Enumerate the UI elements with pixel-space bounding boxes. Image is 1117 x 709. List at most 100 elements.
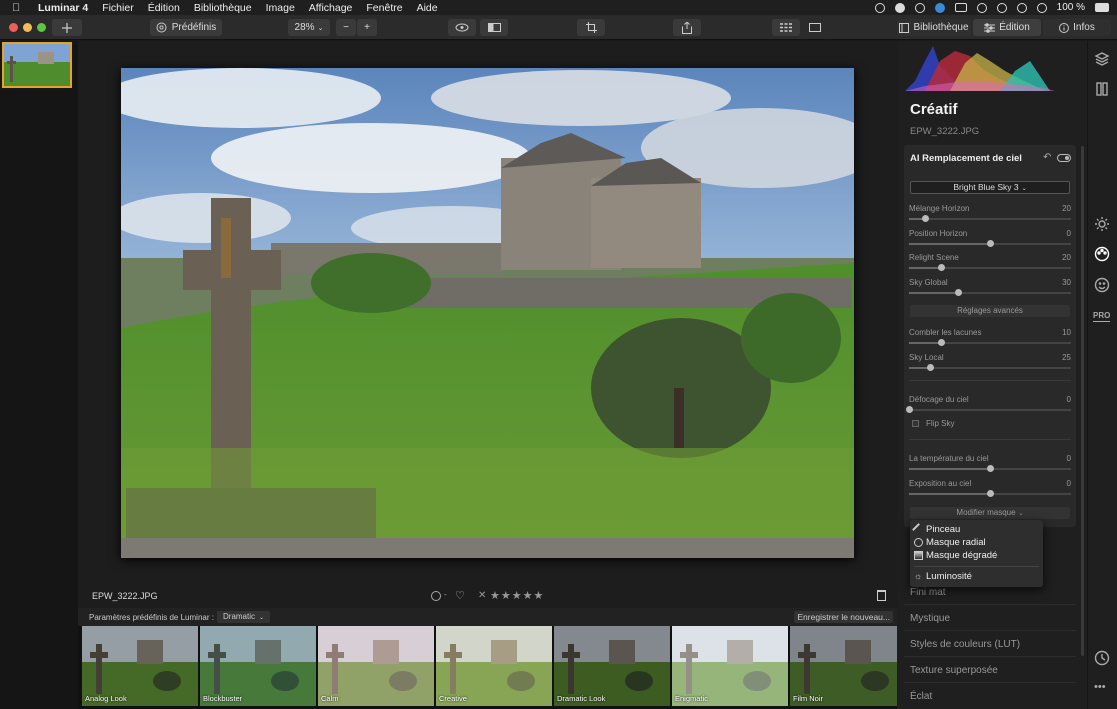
menu-image[interactable]: Image [266,2,295,14]
mask-brush-item[interactable]: Pinceau [912,523,961,536]
tab-library[interactable]: Bibliothèque [897,19,971,36]
slider-knob[interactable] [987,489,994,497]
flag-icon[interactable] [431,591,441,601]
slider-knob[interactable] [954,288,962,296]
visibility-toggle[interactable] [1057,154,1071,162]
airplay-icon[interactable] [954,3,967,12]
slider-row[interactable]: Exposition au ciel 0 [909,479,1071,501]
slider-knob[interactable] [906,406,913,413]
advanced-settings-button[interactable]: Réglages avancés [910,305,1070,317]
slider-knob[interactable] [938,264,946,271]
essentials-sun-icon[interactable] [1094,216,1110,232]
slider-defocus[interactable]: Défocage du ciel 0 [906,395,1071,417]
mask-menu-divider [914,566,1039,567]
creative-palette-icon[interactable] [1094,246,1110,262]
tab-info[interactable]: Infos [1043,19,1111,36]
filter-mystical[interactable]: Mystique [910,613,950,624]
preset-thumbnail[interactable]: Film Noir [790,626,906,706]
menu-fichier[interactable]: Fichier [102,2,134,14]
zoom-in-button[interactable]: + [357,19,377,36]
slider-knob[interactable] [987,239,994,247]
battery-icon[interactable] [1095,3,1109,12]
tab-edit[interactable]: Édition [973,19,1041,36]
add-button[interactable] [52,19,82,36]
panel-scrollbar[interactable] [1081,146,1084,656]
slider-knob[interactable] [927,363,935,371]
slider-knob[interactable] [922,215,930,222]
volume-icon[interactable] [1036,2,1047,13]
pro-tools-icon[interactable]: PRO [1093,311,1110,322]
slider-row[interactable]: Relight Scene 20 [909,253,1071,275]
apple-icon[interactable]:  [12,2,24,14]
slider-track [909,409,1071,411]
reject-icon[interactable]: ✕ [478,590,486,601]
portrait-face-icon[interactable] [1094,277,1110,293]
filter-glow[interactable]: Éclat [910,691,932,702]
filter-texture-overlay[interactable]: Texture superposée [910,665,998,676]
wifi-icon[interactable] [1016,2,1027,13]
save-preset-button[interactable]: Enregistrer le nouveau... [794,611,893,623]
menu-fenetre[interactable]: Fenêtre [366,2,402,14]
creative-cloud-icon[interactable] [874,2,885,13]
main-photo[interactable] [121,68,854,558]
trash-icon[interactable] [877,590,886,601]
star-rating[interactable]: ★★★★★ [490,589,544,602]
slider-row[interactable]: Sky Global 30 [909,278,1071,300]
slider-row[interactable]: Mélange Horizon 20 [909,204,1071,226]
slider-row[interactable]: Combler les lacunes 10 [909,328,1071,350]
dropbox-icon[interactable] [914,2,925,13]
close-window-button[interactable] [9,23,18,32]
mask-radial-item[interactable]: Masque radial [914,537,986,548]
undo-icon[interactable]: ↶ [1043,152,1051,163]
flag-dropdown-icon[interactable]: - [444,590,447,599]
slider-knob[interactable] [987,465,994,472]
menu-affichage[interactable]: Affichage [309,2,353,14]
preset-thumbnail[interactable]: Enigmatic [672,626,788,706]
slider-row[interactable]: La température du ciel 0 [909,454,1071,476]
crop-button[interactable] [577,19,605,36]
modify-mask-label: Modifier masque [956,508,1016,517]
preset-thumbnail[interactable]: Calm [318,626,434,706]
preset-category-select[interactable]: Dramatic ⌄ [217,611,271,623]
more-icon[interactable]: ••• [1094,681,1110,697]
preset-thumbnail[interactable]: Dramatic Look [554,626,670,706]
menu-edition[interactable]: Édition [148,2,180,14]
compare-button[interactable] [480,19,508,36]
single-view-button[interactable] [801,19,829,36]
menu-bibliotheque[interactable]: Bibliothèque [194,2,252,14]
modify-mask-button[interactable]: Modifier masque ⌄ [910,507,1070,519]
preset-thumbnail[interactable]: Analog Look [82,626,198,706]
share-button[interactable] [673,19,701,36]
mask-brush-label: Pinceau [926,524,961,535]
slider-row[interactable]: Position Horizon 0 [909,229,1071,251]
flip-sky-checkbox[interactable]: Flip Sky [912,419,954,428]
presets-button[interactable]: Prédéfinis [150,19,222,36]
preview-button[interactable] [448,19,476,36]
filter-matte[interactable]: Fini mat [910,587,946,598]
preset-thumbnail[interactable]: Blockbuster [200,626,316,706]
bluetooth-icon[interactable] [996,2,1007,13]
grid-view-button[interactable] [772,19,800,36]
mask-luminosity-item[interactable]: ☼ Luminosité [914,571,972,582]
minimize-window-button[interactable] [23,23,32,32]
layers-icon[interactable] [1094,51,1110,67]
preset-thumbnail[interactable]: Creative [436,626,552,706]
shazam-icon[interactable] [934,2,945,13]
info-icon [1059,22,1070,33]
status-app-icon[interactable] [894,2,905,13]
history-clock-icon[interactable] [1094,650,1110,666]
mask-gradient-item[interactable]: Masque dégradé [914,550,997,561]
menu-app-name[interactable]: Luminar 4 [38,2,88,14]
selected-thumbnail[interactable] [2,42,72,88]
canvas-icon[interactable] [1094,81,1110,97]
heart-icon[interactable]: ♡ [455,589,465,602]
slider-row[interactable]: Sky Local 25 [909,353,1071,375]
filter-color-styles[interactable]: Styles de couleurs (LUT) [910,639,1020,650]
menu-aide[interactable]: Aide [417,2,438,14]
zoom-out-button[interactable]: − [336,19,356,36]
zoom-select[interactable]: 28% ⌄ [288,19,330,36]
maximize-window-button[interactable] [37,23,46,32]
slider-knob[interactable] [938,339,946,346]
time-machine-icon[interactable] [976,2,987,13]
sky-select[interactable]: Bright Blue Sky 3 ⌄ [910,181,1070,194]
